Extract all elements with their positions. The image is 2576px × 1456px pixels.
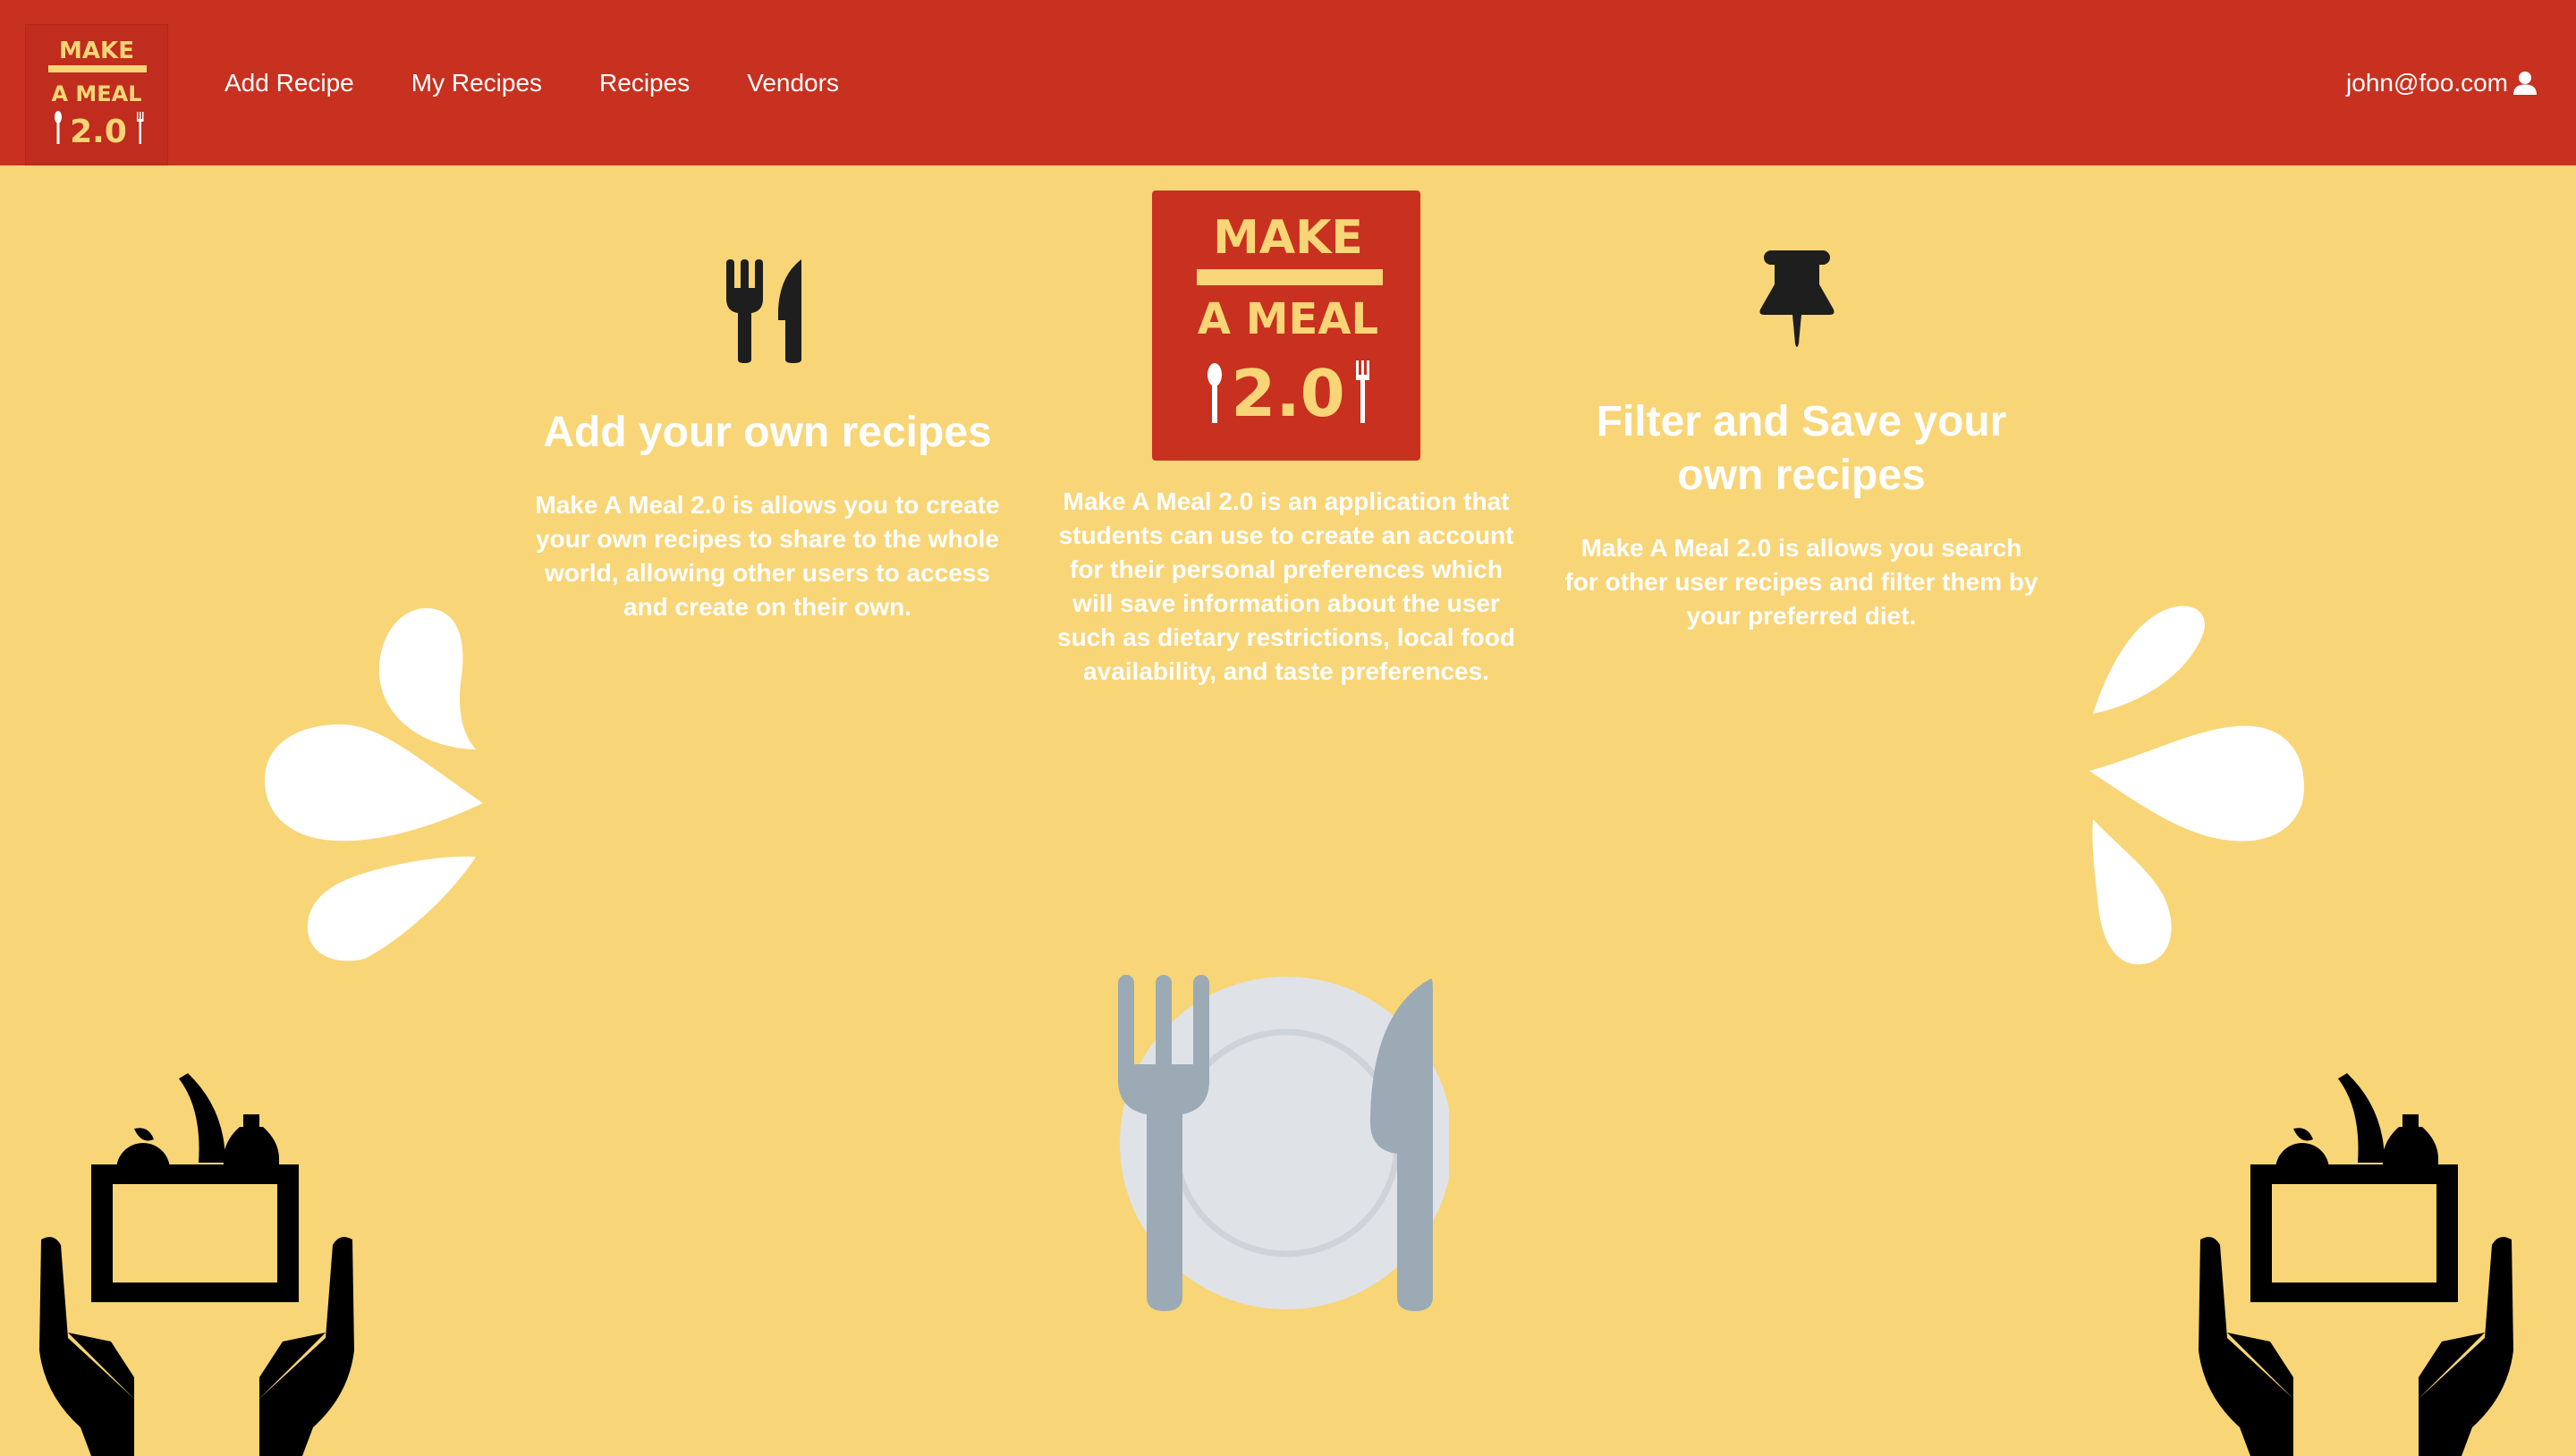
splash-right-decoration [2089, 605, 2304, 965]
feature-about: Make A Meal 2.0 is an application that s… [1052, 485, 1521, 689]
nav-link-add-recipe[interactable]: Add Recipe [225, 69, 354, 97]
feature-body: Make A Meal 2.0 is an application that s… [1057, 487, 1515, 685]
feature-filter-save: Filter and Save your own recipes Make A … [1562, 395, 2041, 633]
svg-text:A MEAL: A MEAL [51, 81, 141, 106]
svg-text:MAKE: MAKE [1213, 211, 1363, 265]
make-a-meal-logo: MAKE A MEAL 2.0 [48, 38, 147, 150]
user-icon [2513, 71, 2537, 95]
nav-link-recipes[interactable]: Recipes [599, 69, 690, 97]
splash-left-decoration [265, 608, 483, 961]
make-a-meal-logo: MAKE A MEAL 2.0 [1197, 211, 1383, 431]
svg-text:2.0: 2.0 [1231, 356, 1345, 431]
donation-box-right-icon [2199, 1073, 2513, 1456]
center-logo: MAKE A MEAL 2.0 [1152, 190, 1420, 461]
feature-title: Add your own recipes [543, 409, 992, 456]
nav-links: Add Recipe My Recipes Recipes Vendors [225, 0, 896, 165]
feature-body: Make A Meal 2.0 is allows you to create … [535, 491, 1000, 621]
utensils-icon [726, 259, 801, 363]
feature-body: Make A Meal 2.0 is allows you search for… [1564, 534, 2038, 630]
svg-text:MAKE: MAKE [59, 38, 134, 64]
nav-logo[interactable]: MAKE A MEAL 2.0 [25, 24, 168, 165]
nav-link-my-recipes[interactable]: My Recipes [411, 69, 542, 97]
user-menu[interactable]: john@foo.com [2346, 0, 2538, 165]
svg-text:2.0: 2.0 [70, 114, 127, 150]
feature-add-recipes: Add your own recipes Make A Meal 2.0 is … [526, 406, 1009, 624]
feature-title: Filter and Save your own recipes [1596, 398, 2007, 499]
donation-box-left-icon [39, 1073, 354, 1456]
user-email: john@foo.com [2346, 68, 2508, 97]
navbar: MAKE A MEAL 2.0 Add Recipe My Recipes Re… [0, 0, 2576, 165]
plate-icon [1118, 975, 1449, 1311]
svg-text:A MEAL: A MEAL [1198, 294, 1378, 344]
nav-link-vendors[interactable]: Vendors [747, 69, 839, 97]
pushpin-icon [1759, 250, 1835, 347]
